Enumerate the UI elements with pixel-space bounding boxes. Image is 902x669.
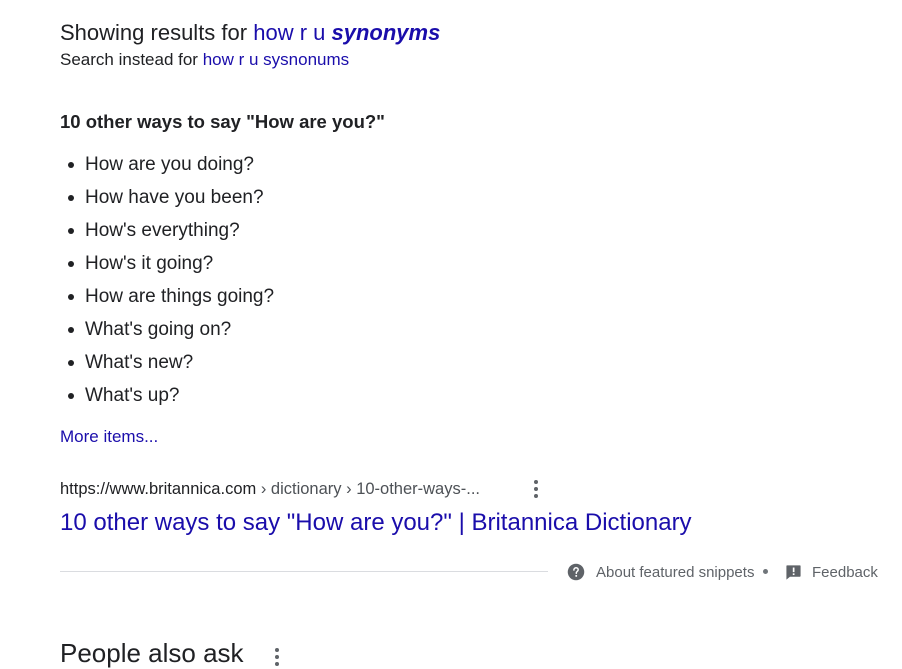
snippet-list-item: How have you been? [60,183,274,216]
snippet-list-item: What's new? [60,348,274,381]
result-breadcrumb-path: › dictionary › 10-other-ways-... [256,480,480,498]
snippet-list-item: How are you doing? [60,150,274,183]
people-also-ask-heading: People also ask [60,638,244,668]
menu-dot [275,655,279,659]
divider [60,571,548,572]
snippet-list-item: What's going on? [60,315,274,348]
bullet-icon [68,261,74,267]
result-url[interactable]: https://www.britannica.com › dictionary … [60,480,480,499]
result-domain: https://www.britannica.com [60,480,257,498]
separator-dot [763,569,768,574]
menu-dot [534,480,538,484]
feedback-button[interactable]: Feedback [785,562,878,582]
search-instead-label: Search instead for [60,50,198,69]
snippet-item-text: How's it going? [85,253,214,274]
more-items-link[interactable]: More items... [60,427,158,447]
bullet-icon [68,393,74,399]
more-vert-icon[interactable] [268,646,286,668]
menu-dot [534,494,538,498]
snippet-item-text: What's new? [85,352,194,373]
corrected-query-emphasis: synonyms [331,20,441,45]
original-query-link[interactable]: how r u sysnonums [203,50,349,69]
bullet-icon [68,360,74,366]
bullet-icon [68,327,74,333]
snippet-list-item: How's everything? [60,216,274,249]
snippet-item-text: How have you been? [85,187,264,208]
about-featured-snippets-button[interactable]: About featured snippets [567,562,754,582]
snippet-item-text: How's everything? [85,220,240,241]
corrected-query-plain: how r u [253,20,326,45]
snippet-heading: 10 other ways to say "How are you?" [60,111,385,132]
snippet-item-text: What's going on? [85,319,232,340]
search-instead-for: Search instead for how r u sysnonums [60,50,349,70]
menu-dot [275,662,279,666]
feedback-icon [786,564,801,580]
bullet-icon [68,228,74,234]
menu-dot [534,487,538,491]
snippet-list-item: How's it going? [60,249,274,282]
snippet-item-text: How are things going? [85,286,275,307]
help-circle-icon [567,563,585,581]
menu-dot [275,648,279,652]
snippet-list-item: How are things going? [60,282,274,315]
result-title-link[interactable]: 10 other ways to say "How are you?" | Br… [60,509,692,537]
bullet-icon [68,195,74,201]
bullet-icon [68,162,74,168]
about-featured-snippets-label: About featured snippets [596,563,755,581]
snippet-list: How are you doing? How have you been? Ho… [60,150,274,414]
snippet-list-item: What's up? [60,381,274,414]
feedback-label: Feedback [812,563,878,581]
showing-results-for: Showing results for how r u synonyms [60,20,440,46]
snippet-item-text: How are you doing? [85,154,254,175]
more-vert-icon[interactable] [527,478,545,500]
snippet-item-text: What's up? [85,385,180,406]
corrected-query-link[interactable]: how r u synonyms [253,20,440,45]
bullet-icon [68,294,74,300]
showing-results-label: Showing results for [60,20,248,45]
